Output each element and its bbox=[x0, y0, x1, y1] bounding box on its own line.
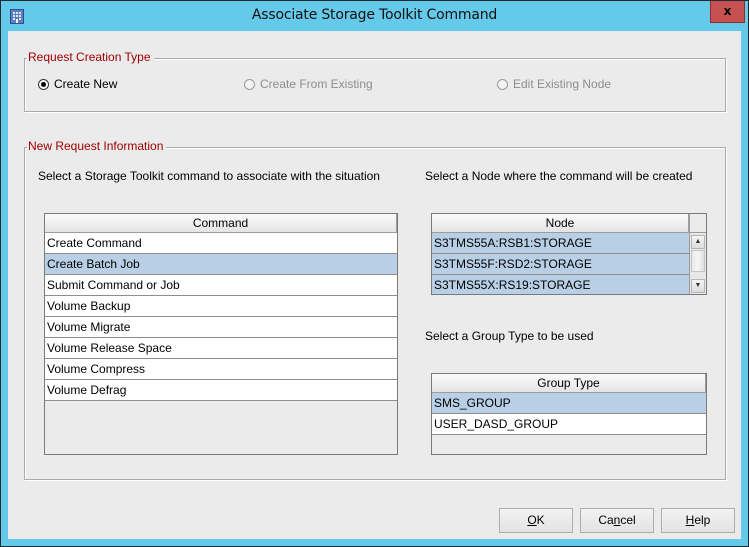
radio-create-from-existing-label: Create From Existing bbox=[260, 77, 373, 91]
help-label-post: elp bbox=[694, 513, 711, 527]
dialog-content: Request Creation Type Create New Create … bbox=[8, 31, 741, 539]
new-request-information-legend: New Request Information bbox=[27, 139, 167, 153]
node-prompt: Select a Node where the command will be … bbox=[425, 169, 693, 183]
table-row[interactable]: Submit Command or Job bbox=[45, 275, 397, 296]
table-row[interactable]: Volume Migrate bbox=[45, 317, 397, 338]
radio-checked-icon bbox=[38, 78, 49, 90]
table-row[interactable]: Volume Compress bbox=[45, 359, 397, 380]
table-row[interactable]: Create Command bbox=[45, 233, 397, 254]
node-table-scrollbar[interactable]: ▲ ▼ bbox=[689, 233, 706, 294]
table-row[interactable]: S3TMS55F:RSD2:STORAGE bbox=[432, 254, 689, 275]
radio-create-new[interactable]: Create New bbox=[38, 77, 117, 91]
scroll-up-button[interactable]: ▲ bbox=[691, 235, 705, 249]
radio-edit-existing-node-label: Edit Existing Node bbox=[513, 77, 612, 91]
radio-unchecked-icon bbox=[497, 78, 508, 90]
window-title: Associate Storage Toolkit Command bbox=[251, 7, 498, 23]
node-column-header[interactable]: Node bbox=[432, 214, 689, 233]
table-row[interactable]: USER_DASD_GROUP bbox=[432, 414, 706, 435]
table-row[interactable]: Volume Backup bbox=[45, 296, 397, 317]
table-row[interactable]: Create Batch Job bbox=[45, 254, 397, 275]
radio-create-from-existing[interactable]: Create From Existing bbox=[244, 77, 373, 91]
cancel-label-pre: Ca bbox=[598, 513, 614, 527]
arrow-up-icon: ▲ bbox=[694, 238, 702, 245]
ok-label-post: K bbox=[536, 513, 545, 527]
scroll-thumb[interactable] bbox=[691, 250, 705, 272]
group-type-prompt: Select a Group Type to be used bbox=[425, 329, 594, 343]
ok-button[interactable]: OK bbox=[499, 508, 573, 533]
group-type-table: Group Type SMS_GROUP USER_DASD_GROUP bbox=[431, 373, 707, 455]
radio-create-new-label: Create New bbox=[54, 77, 118, 91]
table-row[interactable]: SMS_GROUP bbox=[432, 393, 706, 414]
scroll-corner bbox=[689, 214, 706, 233]
radio-edit-existing-node[interactable]: Edit Existing Node bbox=[497, 77, 611, 91]
cancel-label-post: cel bbox=[620, 513, 636, 527]
table-row[interactable]: Volume Release Space bbox=[45, 338, 397, 359]
arrow-down-icon: ▼ bbox=[694, 282, 702, 289]
node-table: Node S3TMS55A:RSB1:STORAGE S3TMS55F:RSD2… bbox=[431, 213, 707, 295]
help-button[interactable]: Help bbox=[661, 508, 735, 533]
close-button[interactable]: x bbox=[710, 1, 745, 23]
command-prompt: Select a Storage Toolkit command to asso… bbox=[38, 169, 380, 183]
dialog-window: Associate Storage Toolkit Command x Requ… bbox=[0, 0, 749, 547]
title-bar[interactable]: Associate Storage Toolkit Command x bbox=[1, 1, 748, 31]
close-icon: x bbox=[723, 4, 732, 18]
request-creation-type-group: Request Creation Type Create New Create … bbox=[24, 50, 726, 112]
scroll-down-button[interactable]: ▼ bbox=[691, 279, 705, 293]
table-row[interactable]: S3TMS55X:RS19:STORAGE bbox=[432, 275, 689, 294]
command-column-header[interactable]: Command bbox=[45, 214, 397, 233]
radio-unchecked-icon bbox=[244, 78, 255, 90]
ok-mnemonic: O bbox=[527, 513, 537, 527]
request-creation-type-legend: Request Creation Type bbox=[27, 50, 154, 64]
group-type-column-header[interactable]: Group Type bbox=[432, 374, 706, 393]
command-table: Command Create Command Create Batch Job … bbox=[44, 213, 398, 455]
table-row[interactable]: S3TMS55A:RSB1:STORAGE bbox=[432, 233, 689, 254]
cancel-button[interactable]: Cancel bbox=[580, 508, 654, 533]
table-row[interactable]: Volume Defrag bbox=[45, 380, 397, 401]
